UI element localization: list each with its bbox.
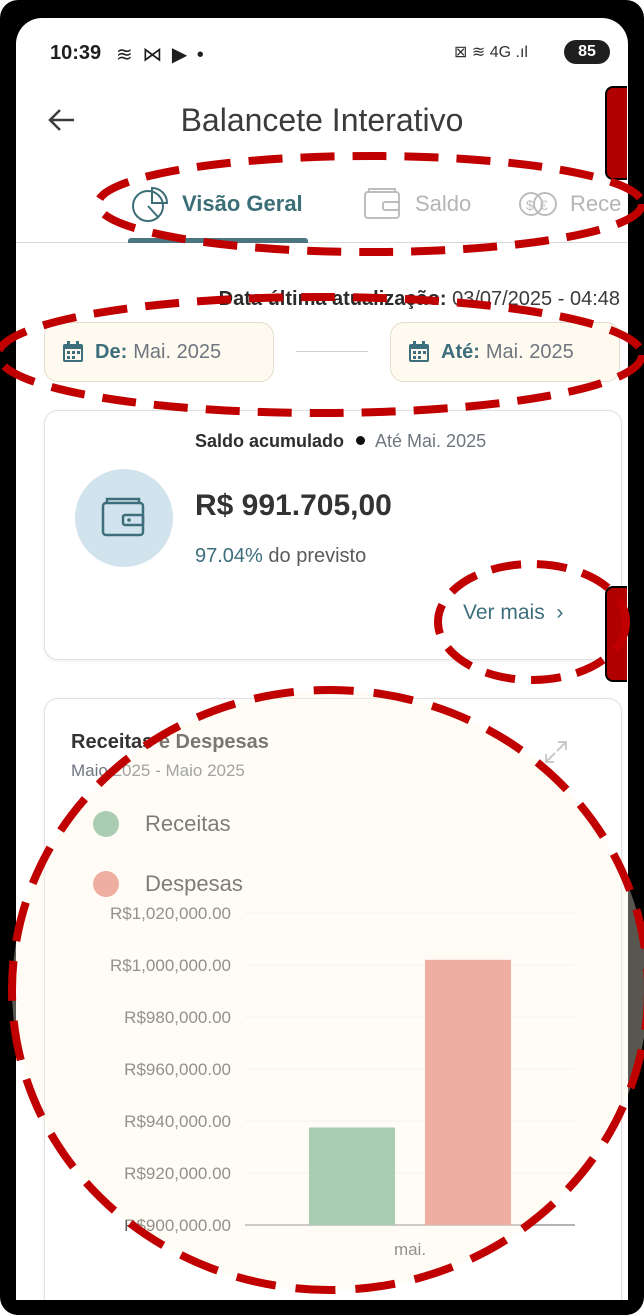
last-update-label: Data última atualização: <box>218 288 447 310</box>
x-tick-label: mai. <box>394 1240 426 1259</box>
saldo-label: Saldo acumulado Até Mai. 2025 <box>195 431 486 452</box>
currency-exchange-icon: $ € <box>519 192 557 216</box>
bar-despesas[interactable] <box>425 959 511 1225</box>
date-from-picker[interactable]: De: Mai. 2025 <box>44 322 274 382</box>
tab-label: Visão Geral <box>182 191 303 216</box>
saldo-period: Até Mai. 2025 <box>375 431 487 451</box>
legend-label: Receitas <box>145 811 231 836</box>
saldo-value: R$ 991.705,00 <box>195 489 392 522</box>
expand-icon[interactable] <box>543 739 569 765</box>
date-from-value: Mai. 2025 <box>133 340 222 363</box>
date-range-separator <box>296 351 368 352</box>
tab-visao-geral[interactable]: Visão Geral <box>128 182 303 226</box>
bar-receitas[interactable] <box>309 1127 395 1226</box>
legend-receitas[interactable]: Receitas <box>93 811 231 837</box>
y-tick-label: R$960,000.00 <box>124 1060 231 1079</box>
svg-text:€: € <box>540 197 548 213</box>
bar-chart: R$900,000.00 R$920,000.00 R$940,000.00 R$96… <box>110 904 575 1259</box>
tab-label: Saldo <box>415 191 472 216</box>
y-tick-label: R$1,020,000.00 <box>110 904 231 923</box>
chart-subtitle: Maio 2025 - Maio 2025 <box>71 761 245 780</box>
date-to-picker[interactable]: Até: Mai. 2025 <box>390 322 620 382</box>
wallet-avatar <box>75 469 173 567</box>
chart-card: Receitas e Despesas Maio 2025 - Maio 202… <box>44 698 622 1308</box>
last-update-value: 03/07/2025 - 04:48 <box>452 288 620 310</box>
saldo-pct-suffix: do previsto <box>268 545 367 567</box>
wallet-icon <box>101 497 145 537</box>
annotation-marker <box>605 86 627 180</box>
calendar-icon <box>409 341 429 362</box>
date-to-label: Até: <box>441 340 480 363</box>
chevron-right-icon: › <box>550 601 564 624</box>
annotation-marker <box>605 586 627 682</box>
y-tick-label: R$920,000.00 <box>124 1164 231 1183</box>
saldo-pct-value: 97.04% <box>195 545 263 567</box>
active-tab-indicator <box>128 238 308 243</box>
date-to-value: Mai. 2025 <box>485 340 574 363</box>
svg-text:$: $ <box>526 197 534 213</box>
ver-mais-label: Ver mais <box>463 601 545 624</box>
date-from-label: De: <box>95 340 128 363</box>
saldo-percentage: 97.04% do previsto <box>195 545 366 568</box>
calendar-icon <box>63 341 83 362</box>
y-tick-label: R$940,000.00 <box>124 1112 231 1131</box>
app-screen: 10:39 ≋ ⋈ ▶ • ⊠ ≋ 4G .ıl 85 Balancete In… <box>16 18 628 1308</box>
pie-chart-icon <box>132 186 169 222</box>
battery-icon: 85 <box>564 40 610 64</box>
y-tick-label: R$980,000.00 <box>124 1008 231 1027</box>
tab-receitas[interactable]: $ € Rece <box>516 182 621 226</box>
saldo-title: Saldo acumulado <box>195 431 345 451</box>
wallet-icon <box>364 188 400 219</box>
tab-saldo[interactable]: Saldo <box>361 182 471 226</box>
screen-bottom-edge <box>16 1300 628 1315</box>
saldo-card: Saldo acumulado Até Mai. 2025 R$ 991.705,… <box>44 410 622 660</box>
app-bar: Balancete Interativo <box>16 92 628 152</box>
legend-swatch <box>93 811 119 837</box>
tab-label: Rece <box>570 191 622 216</box>
tab-bar: Visão Geral Saldo $ € Rece <box>16 168 628 243</box>
y-tick-label: R$900,000.00 <box>124 1216 231 1235</box>
notification-icons: ≋ ⋈ ▶ • <box>116 44 206 66</box>
chart-title: Receitas e Despesas <box>71 731 269 753</box>
ver-mais-link[interactable]: Ver mais › <box>463 601 563 625</box>
page-title: Balancete Interativo <box>180 102 464 138</box>
y-tick-label: R$1,000,000.00 <box>110 956 231 975</box>
status-bar: 10:39 ≋ ⋈ ▶ • ⊠ ≋ 4G .ıl 85 <box>16 18 628 88</box>
last-update: Data última atualização: 03/07/2025 - 04… <box>16 288 620 311</box>
signal-icons: ⊠ ≋ 4G .ıl <box>454 44 528 61</box>
status-time: 10:39 <box>50 42 102 64</box>
